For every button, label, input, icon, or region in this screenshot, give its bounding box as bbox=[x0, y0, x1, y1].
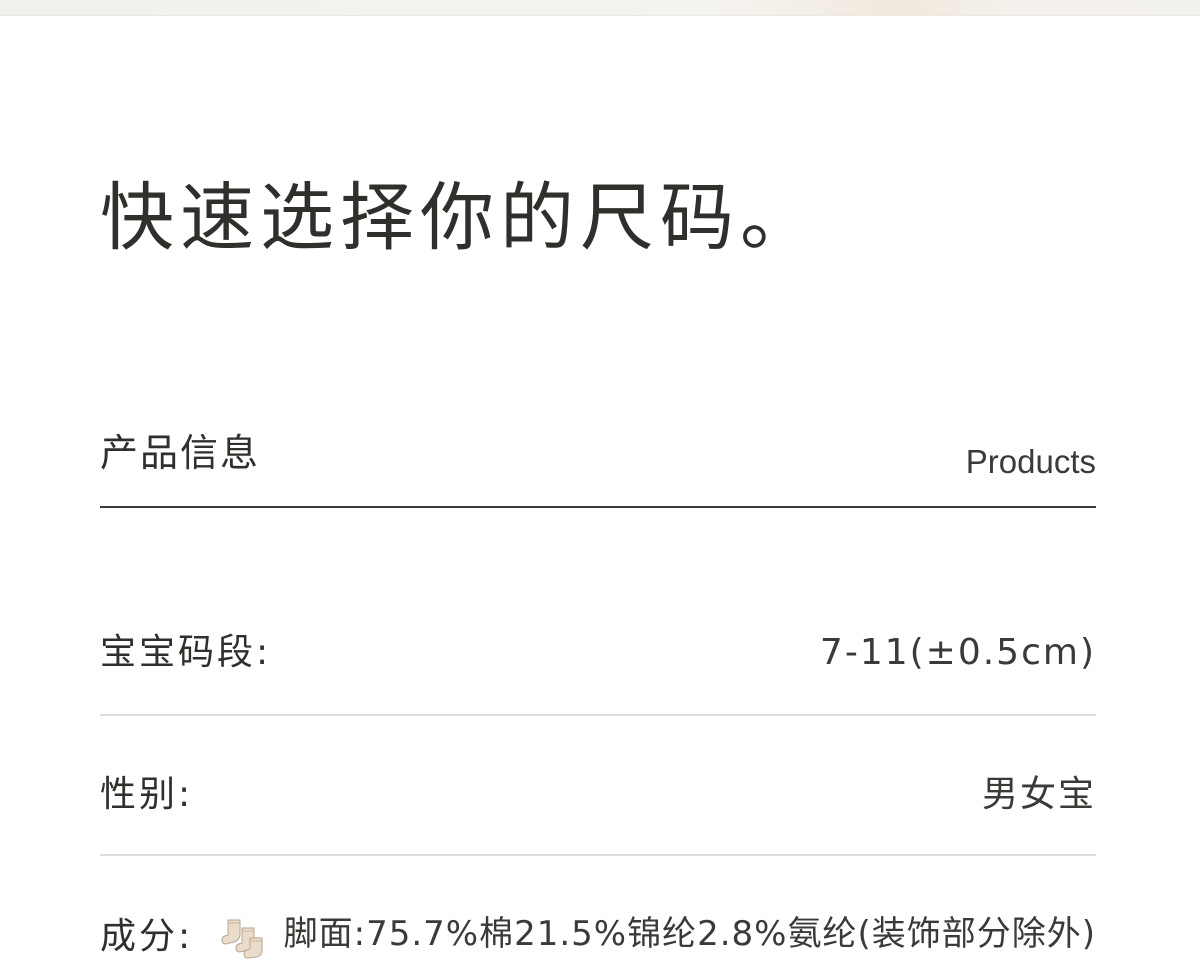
spec-row-material: 成分: 脚面:75.7%棉21.5%锦纶2.8%氨纶(装饰部分除外) bbox=[100, 858, 1096, 960]
sock-icon bbox=[220, 914, 266, 960]
spec-label: 成分: bbox=[100, 916, 194, 957]
spec-row-gender: 性别: 男女宝 bbox=[100, 716, 1096, 856]
spec-value: 男女宝 bbox=[981, 774, 1096, 815]
section-title-english: Products bbox=[965, 443, 1096, 480]
page-title: 快速选择你的尺码。 bbox=[100, 175, 820, 261]
top-banner-edge bbox=[0, 0, 1200, 16]
spec-row-size-range: 宝宝码段: 7-11(±0.5cm) bbox=[100, 576, 1096, 716]
spec-label: 宝宝码段: bbox=[100, 632, 272, 673]
section-header: 产品信息 Products bbox=[100, 428, 1096, 508]
spec-label: 性别: bbox=[100, 774, 194, 815]
spec-value: 7-11(±0.5cm) bbox=[819, 632, 1096, 673]
section-title: 产品信息 bbox=[100, 431, 261, 475]
spec-value: 脚面:75.7%棉21.5%锦纶2.8%氨纶(装饰部分除外) bbox=[283, 914, 1096, 954]
